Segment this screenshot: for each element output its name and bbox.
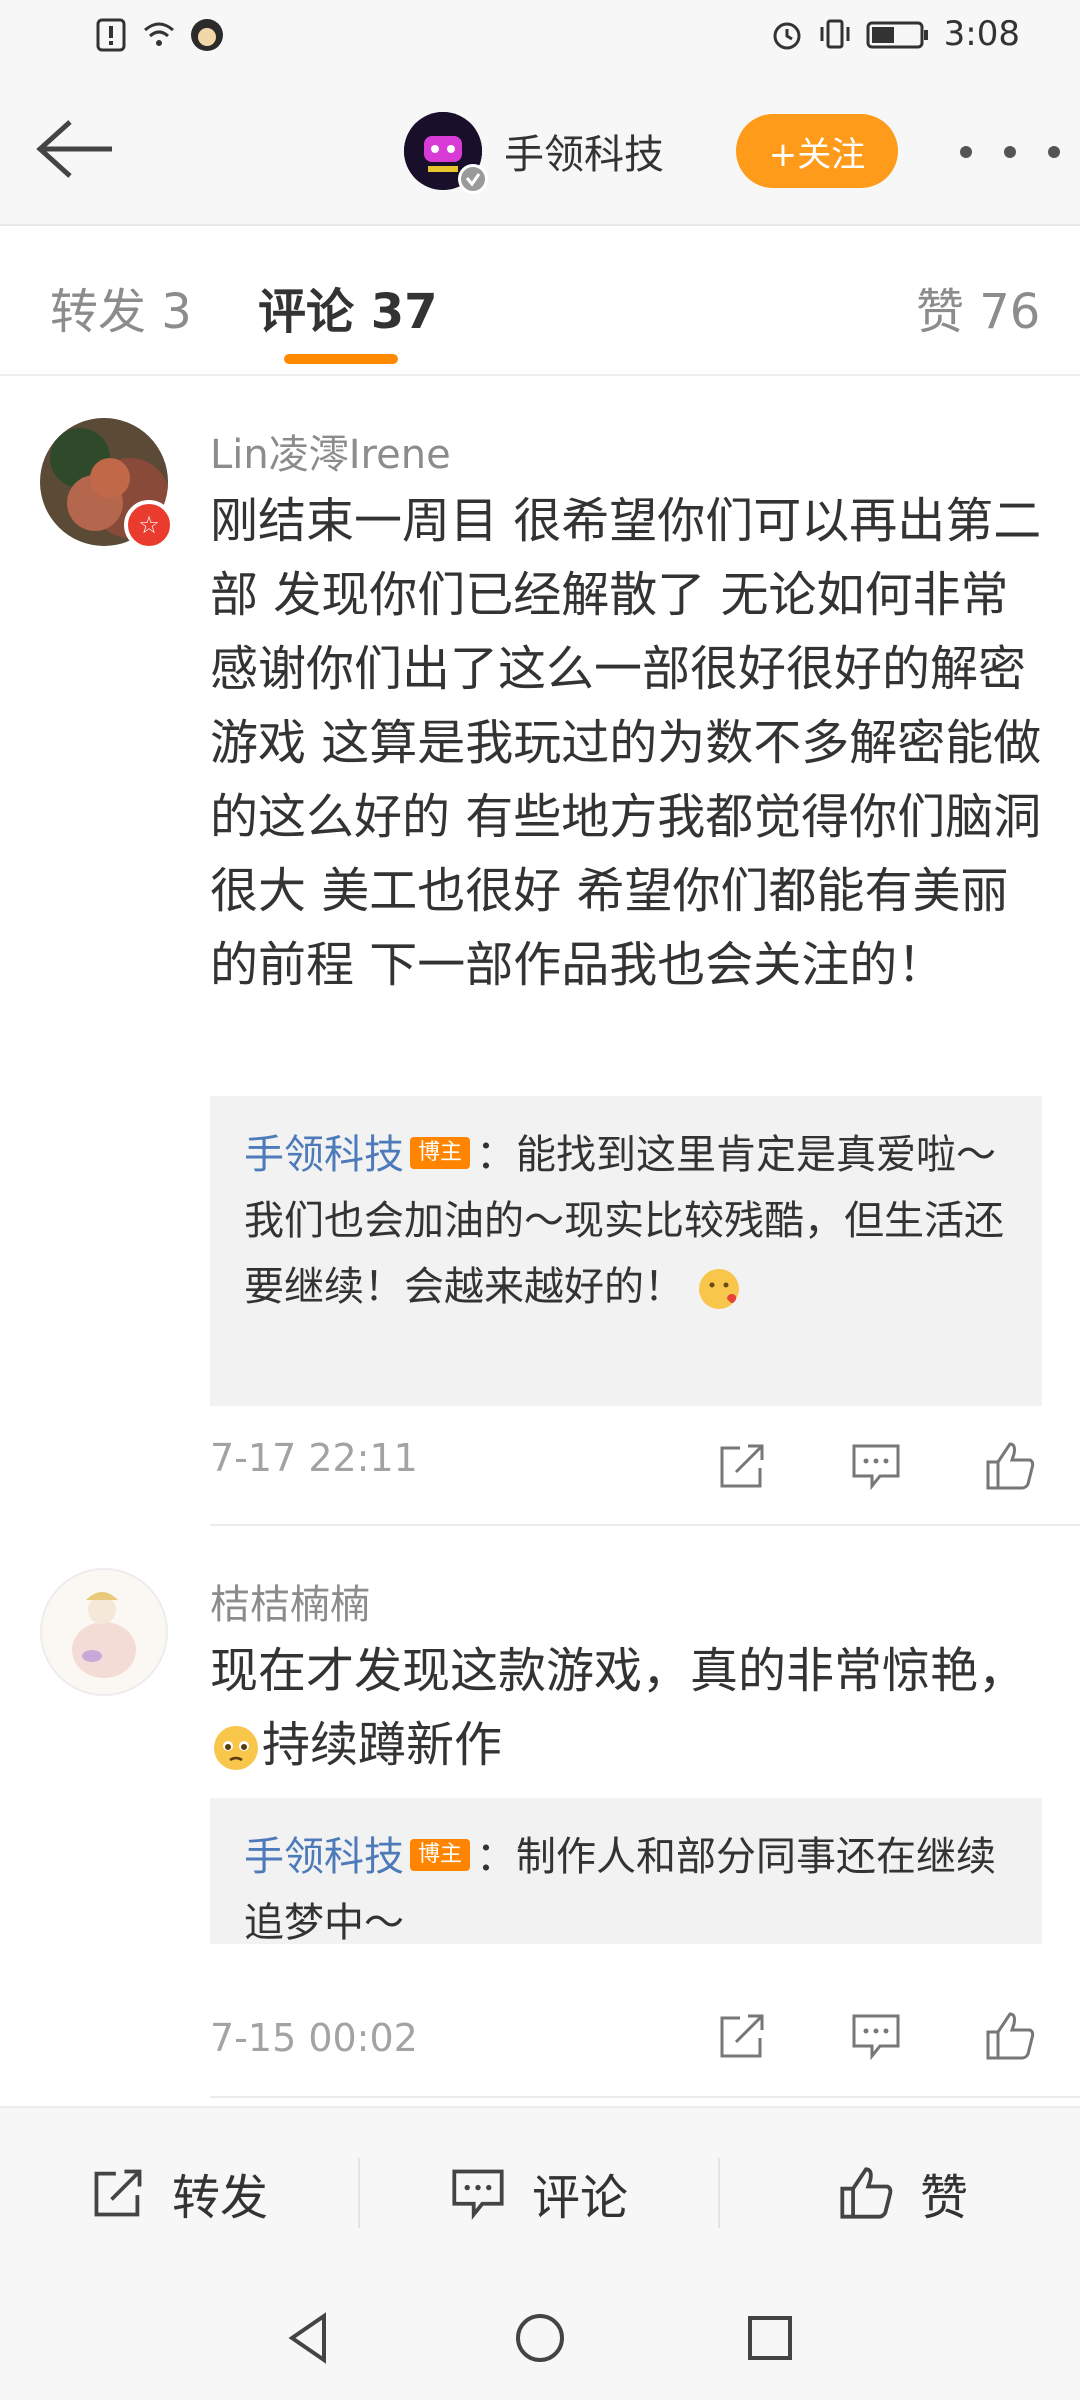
bottom-action-bar: 转发 评论 赞 [0, 2106, 1080, 2278]
member-badge-icon: ☆ [124, 500, 174, 550]
like-label: 赞 [920, 2170, 969, 2226]
like-icon[interactable] [984, 2010, 1036, 2062]
wifi-icon [144, 22, 174, 46]
repost-button[interactable]: 转发 [90, 2108, 268, 2278]
battery-icon [866, 21, 928, 49]
share-icon[interactable] [716, 1440, 768, 1492]
nav-back-icon[interactable] [278, 2306, 342, 2370]
comment-icon[interactable] [850, 2010, 902, 2062]
commenter-avatar[interactable] [40, 1568, 168, 1696]
comment-text-part: 持续蹲新作 [262, 1717, 503, 1773]
header: 手领科技 +关注 [0, 76, 1080, 226]
nav-recents-icon[interactable] [738, 2306, 802, 2370]
author-name[interactable]: 手领科技 [504, 122, 664, 180]
tab-likes[interactable]: 赞 76 [916, 272, 1040, 342]
comment-text: 现在才发现这款游戏，真的非常惊艳， 持续蹲新作 [210, 1634, 1048, 1782]
blogger-tag: 博主 [410, 1839, 471, 1871]
comment-divider [210, 2096, 1080, 2098]
like-icon[interactable] [984, 1440, 1036, 1492]
comment-icon [452, 2169, 504, 2220]
author-avatar[interactable] [404, 112, 488, 194]
tab-bar: 转发 3 评论 37 赞 76 [0, 224, 1080, 376]
more-options-icon[interactable] [960, 132, 1060, 172]
back-arrow-icon[interactable] [30, 114, 120, 184]
reply-author-name[interactable]: 手领科技 [244, 1132, 404, 1178]
status-bar: 3:08 [0, 0, 1080, 76]
clock-time: 3:08 [943, 14, 1020, 54]
pleading-emoji-icon [214, 1726, 258, 1770]
comment-text: 刚结束一周目 很希望你们可以再出第二部 发现你们已经解散了 无论如何非常感谢你们… [210, 493, 1042, 993]
share-icon[interactable] [716, 2010, 768, 2062]
blogger-tag: 博主 [410, 1137, 471, 1169]
reply-author-name[interactable]: 手领科技 [244, 1834, 404, 1880]
alert-icon [96, 18, 126, 52]
bar-divider [718, 2158, 720, 2228]
verified-badge-icon [458, 164, 488, 194]
share-icon [94, 2169, 142, 2217]
app-notification-icon [191, 19, 223, 51]
tab-reposts[interactable]: 转发 3 [50, 272, 192, 342]
comment-icon[interactable] [850, 1440, 902, 1492]
active-tab-indicator [284, 354, 398, 364]
kiss-emoji-icon [698, 1269, 739, 1309]
tab-comments[interactable]: 评论 37 [258, 272, 438, 342]
nav-home-icon[interactable] [508, 2306, 572, 2370]
author-reply[interactable]: 手领科技 博主 ：能找到这里肯定是真爱啦～我们也会加油的～现实比较残酷，但生活还要继… [210, 1096, 1042, 1406]
commenter-name[interactable]: Lin凌澪Irene [210, 422, 451, 480]
comment-text-part: 现在才发现这款游戏，真的非常惊艳， [210, 1643, 1027, 1699]
follow-button[interactable]: +关注 [736, 114, 898, 188]
comment-label: 评论 [532, 2170, 629, 2226]
alarm-icon [773, 22, 801, 50]
commenter-name[interactable]: 桔桔楠楠 [210, 1572, 370, 1630]
comment-button[interactable]: 评论 [450, 2108, 628, 2278]
comment-divider [210, 1524, 1080, 1526]
like-icon [840, 2167, 893, 2219]
system-nav-bar [0, 2276, 1080, 2400]
repost-label: 转发 [172, 2170, 269, 2226]
vibrate-icon [820, 19, 850, 49]
comment-timestamp: 7-15 00:02 [210, 2016, 418, 2060]
comment-timestamp: 7-17 22:11 [210, 1436, 418, 1480]
like-button[interactable]: 赞 [838, 2108, 968, 2278]
author-reply[interactable]: 手领科技 博主 ：制作人和部分同事还在继续追梦中～ [210, 1798, 1042, 1946]
bar-divider [358, 2158, 360, 2228]
